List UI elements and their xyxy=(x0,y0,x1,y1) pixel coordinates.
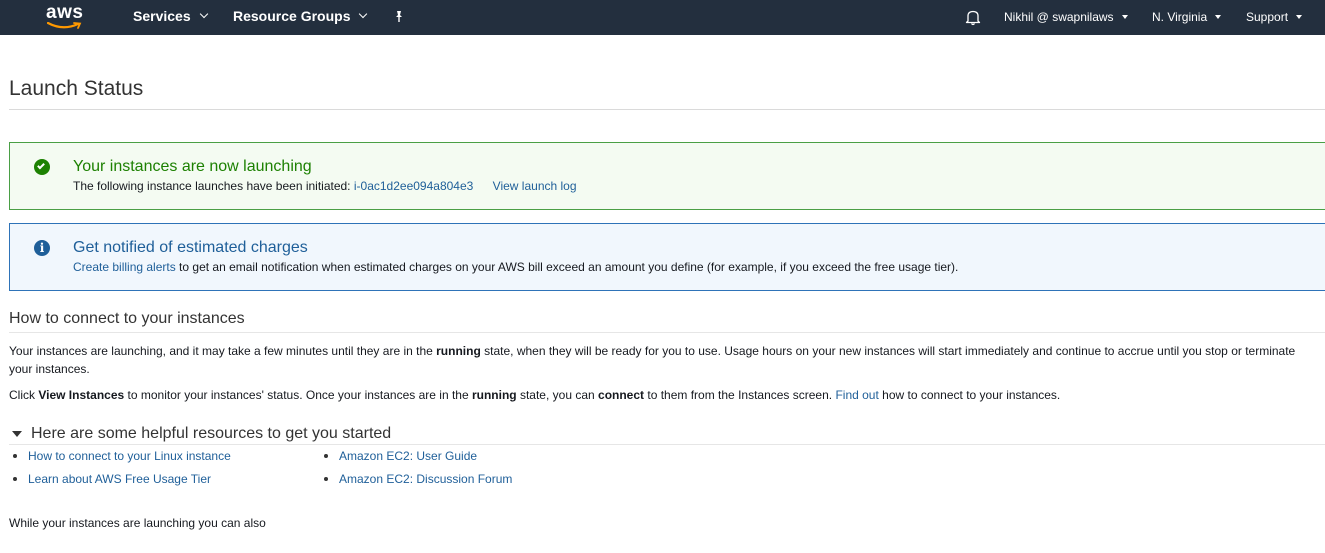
pin-icon[interactable] xyxy=(392,10,406,24)
services-label: Services xyxy=(133,8,191,24)
view-launch-log-link[interactable]: View launch log xyxy=(493,179,577,193)
list-item: Learn about AWS Free Usage Tier xyxy=(9,471,231,494)
caret-down-icon xyxy=(1296,14,1303,19)
resource-groups-label: Resource Groups xyxy=(233,8,351,24)
success-alert-body: The following instance launches have bee… xyxy=(73,179,577,193)
info-alert-body: Create billing alerts to get an email no… xyxy=(73,260,958,274)
aws-logo-text: aws xyxy=(46,2,84,23)
user-guide-link[interactable]: Amazon EC2: User Guide xyxy=(339,449,477,463)
resource-groups-menu[interactable]: Resource Groups xyxy=(233,0,368,35)
list-item: Amazon EC2: User Guide xyxy=(320,448,512,471)
list-item: How to connect to your Linux instance xyxy=(9,448,231,471)
resources-list-left: How to connect to your Linux instance Le… xyxy=(9,448,231,494)
free-usage-tier-link[interactable]: Learn about AWS Free Usage Tier xyxy=(28,472,211,486)
find-out-link[interactable]: Find out xyxy=(835,388,878,402)
aws-smile-icon xyxy=(47,22,82,29)
connect-paragraph-1: Your instances are launching, and it may… xyxy=(9,344,1296,376)
bell-icon[interactable] xyxy=(965,9,981,26)
support-menu[interactable]: Support xyxy=(1246,0,1303,35)
collapse-triangle-icon[interactable] xyxy=(12,431,22,437)
connect-section-title: How to connect to your instances xyxy=(9,310,245,327)
info-circle-icon: i xyxy=(34,240,50,256)
billing-info-alert: i Get notified of estimated charges Crea… xyxy=(9,223,1325,291)
resources-section-title[interactable]: Here are some helpful resources to get y… xyxy=(31,425,391,443)
region-label: N. Virginia xyxy=(1152,10,1208,24)
info-alert-title: Get notified of estimated charges xyxy=(73,239,308,256)
region-menu[interactable]: N. Virginia xyxy=(1152,0,1222,35)
support-label: Support xyxy=(1246,10,1289,24)
launching-also-text: While your instances are launching you c… xyxy=(9,516,266,530)
linux-connect-link[interactable]: How to connect to your Linux instance xyxy=(28,449,231,463)
caret-down-icon xyxy=(1121,14,1128,19)
account-menu[interactable]: Nikhil @ swapnilaws xyxy=(1004,0,1128,35)
info-alert-text: to get an email notification when estima… xyxy=(175,260,959,274)
chevron-down-icon xyxy=(359,10,368,19)
title-divider xyxy=(9,109,1325,110)
connect-paragraph-2: Click View Instances to monitor your ins… xyxy=(9,388,1061,402)
launch-success-alert: Your instances are now launching The fol… xyxy=(9,142,1325,210)
instance-id-link[interactable]: i-0ac1d2ee094a804e3 xyxy=(354,179,473,193)
list-item: Amazon EC2: Discussion Forum xyxy=(320,471,512,494)
check-circle-icon xyxy=(34,159,50,175)
top-navigation-bar: aws Services Resource Groups Nikhil @ sw… xyxy=(0,0,1325,35)
section-divider xyxy=(9,332,1325,333)
chevron-down-icon xyxy=(199,10,208,19)
success-alert-title: Your instances are now launching xyxy=(73,158,312,175)
discussion-forum-link[interactable]: Amazon EC2: Discussion Forum xyxy=(339,472,512,486)
create-billing-alerts-link[interactable]: Create billing alerts xyxy=(73,260,176,274)
resources-list-right: Amazon EC2: User Guide Amazon EC2: Discu… xyxy=(320,448,512,494)
page-title: Launch Status xyxy=(9,77,144,100)
aws-logo[interactable]: aws xyxy=(44,2,86,32)
services-menu[interactable]: Services xyxy=(133,0,208,35)
account-label: Nikhil @ swapnilaws xyxy=(1004,10,1114,24)
caret-down-icon xyxy=(1215,14,1222,19)
success-alert-text: The following instance launches have bee… xyxy=(73,179,351,193)
section-divider xyxy=(9,444,1325,445)
